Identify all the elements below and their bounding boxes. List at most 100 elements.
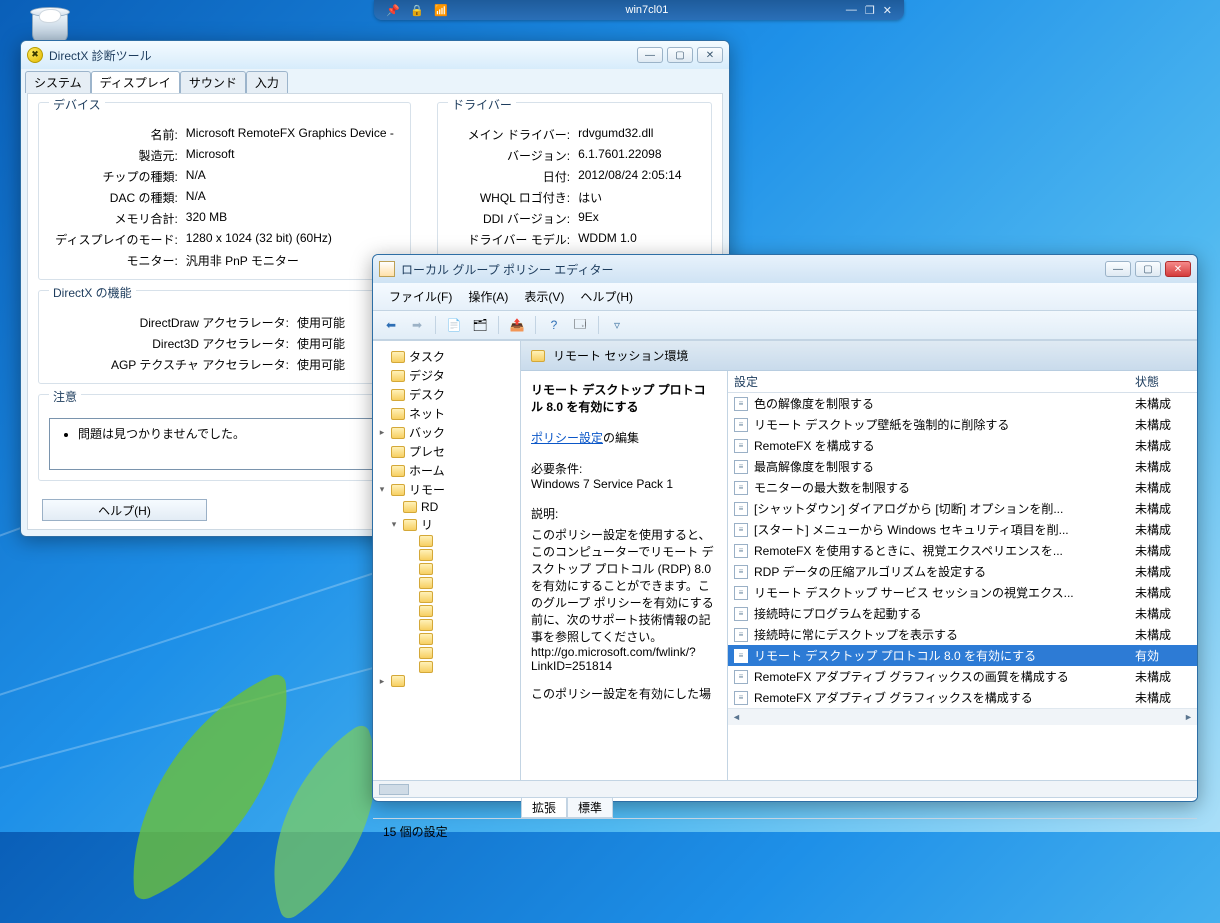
policy-state: 未構成 <box>1135 605 1191 622</box>
properties-button[interactable]: 🗔 <box>570 315 590 335</box>
policy-state: 未構成 <box>1135 521 1191 538</box>
tree-node[interactable] <box>373 576 520 590</box>
minimize-button[interactable]: — <box>637 47 663 63</box>
tree-node[interactable] <box>373 590 520 604</box>
policy-row[interactable]: ≡[シャットダウン] ダイアログから [切断] オプションを削...未構成 <box>728 498 1197 519</box>
back-button[interactable]: ⬅ <box>381 315 401 335</box>
restore-icon[interactable]: ❐ <box>865 4 875 17</box>
expand-icon[interactable]: ▾ <box>377 484 387 495</box>
policy-description-pane: リモート デスクトップ プロトコル 8.0 を有効にする ポリシー設定の編集 必… <box>521 371 728 780</box>
policy-row[interactable]: ≡最高解像度を制限する未構成 <box>728 456 1197 477</box>
tab-入力[interactable]: 入力 <box>246 71 288 93</box>
minimize-button[interactable]: — <box>1105 261 1131 277</box>
tab-システム[interactable]: システム <box>25 71 91 93</box>
driver-group-label: ドライバー <box>448 96 516 113</box>
forward-button[interactable]: ➡ <box>407 315 427 335</box>
tree-node[interactable]: ▾リ <box>373 515 520 534</box>
tree-node[interactable]: ▸ <box>373 674 520 688</box>
policy-row[interactable]: ≡リモート デスクトップ壁紙を強制的に削除する未構成 <box>728 414 1197 435</box>
tab-ディスプレイ[interactable]: ディスプレイ <box>91 71 180 93</box>
tree-node[interactable] <box>373 618 520 632</box>
menu-操作(A)[interactable]: 操作(A) <box>460 286 516 307</box>
policy-icon: ≡ <box>734 628 748 642</box>
tree-node[interactable] <box>373 632 520 646</box>
policy-icon: ≡ <box>734 649 748 663</box>
tree-node[interactable] <box>373 534 520 548</box>
close-icon[interactable]: ✕ <box>883 4 892 17</box>
policy-icon: ≡ <box>734 544 748 558</box>
kv-key: 日付: <box>448 168 570 185</box>
minimize-icon[interactable]: — <box>846 4 857 17</box>
close-button[interactable]: ✕ <box>1165 261 1191 277</box>
tree-node[interactable]: RD <box>373 499 520 515</box>
dxdiag-title: DirectX 診断ツール <box>49 47 152 64</box>
filter-button[interactable]: ▿ <box>607 315 627 335</box>
tree-node[interactable] <box>373 660 520 674</box>
tree-label: ホーム <box>409 462 445 479</box>
view-tab-拡張[interactable]: 拡張 <box>521 798 567 818</box>
tree-node[interactable]: プレセ <box>373 442 520 461</box>
folder-icon <box>419 577 433 589</box>
tree-label: デスク <box>409 386 445 403</box>
tree-hscrollbar[interactable] <box>373 780 1197 797</box>
pin-icon[interactable]: 📌 <box>386 3 400 17</box>
policy-row[interactable]: ≡リモート デスクトップ プロトコル 8.0 を有効にする有効 <box>728 645 1197 666</box>
policy-row[interactable]: ≡モニターの最大数を制限する未構成 <box>728 477 1197 498</box>
policy-name: リモート デスクトップ プロトコル 8.0 を有効にする <box>754 647 1129 664</box>
menu-ファイル(F)[interactable]: ファイル(F) <box>381 286 460 307</box>
policy-row[interactable]: ≡RemoteFX を構成する未構成 <box>728 435 1197 456</box>
tree-label: リ <box>421 516 433 533</box>
policy-row[interactable]: ≡接続時に常にデスクトップを表示する未構成 <box>728 624 1197 645</box>
up-button[interactable]: 📄 <box>444 315 464 335</box>
dxdiag-titlebar[interactable]: ✖ DirectX 診断ツール — ▢ ✕ <box>21 41 729 69</box>
tree-node[interactable]: タスク <box>373 347 520 366</box>
tree-node[interactable]: デスク <box>373 385 520 404</box>
maximize-button[interactable]: ▢ <box>667 47 693 63</box>
kv-key: メイン ドライバー: <box>448 126 570 143</box>
policy-row[interactable]: ≡RemoteFX アダプティブ グラフィックスの画質を構成する未構成 <box>728 666 1197 687</box>
tree-node[interactable]: ▾リモー <box>373 480 520 499</box>
help-icon[interactable]: ? <box>544 315 564 335</box>
expand-icon[interactable]: ▾ <box>389 519 399 530</box>
policy-row[interactable]: ≡RemoteFX を使用するときに、視覚エクスペリエンスを...未構成 <box>728 540 1197 561</box>
tree-node[interactable]: ホーム <box>373 461 520 480</box>
help-button[interactable]: ヘルプ(H) <box>42 499 207 521</box>
show-hide-tree-button[interactable]: 🗂 <box>470 315 490 335</box>
tab-サウンド[interactable]: サウンド <box>180 71 246 93</box>
col-state[interactable]: 状態 <box>1135 373 1191 390</box>
policy-row[interactable]: ≡接続時にプログラムを起動する未構成 <box>728 603 1197 624</box>
tree-node[interactable] <box>373 646 520 660</box>
close-button[interactable]: ✕ <box>697 47 723 63</box>
expand-icon[interactable]: ▸ <box>377 676 387 687</box>
edit-policy-link[interactable]: ポリシー設定 <box>531 431 603 445</box>
tree-node[interactable] <box>373 604 520 618</box>
export-button[interactable]: 📤 <box>507 315 527 335</box>
policy-tree[interactable]: タスクデジタデスクネット▸バックプレセホーム▾リモーRD▾リ▸ <box>373 341 521 780</box>
policy-name: 色の解像度を制限する <box>754 395 1129 412</box>
policy-hscrollbar[interactable]: ◄► <box>728 708 1197 725</box>
expand-icon[interactable]: ▸ <box>377 427 387 438</box>
menu-ヘルプ(H)[interactable]: ヘルプ(H) <box>572 286 641 307</box>
device-group-label: デバイス <box>49 96 105 113</box>
policy-row[interactable]: ≡RDP データの圧縮アルゴリズムを設定する未構成 <box>728 561 1197 582</box>
tree-node[interactable] <box>373 562 520 576</box>
tree-node[interactable]: ネット <box>373 404 520 423</box>
tree-node[interactable] <box>373 548 520 562</box>
col-setting[interactable]: 設定 <box>734 373 1135 390</box>
policy-row[interactable]: ≡リモート デスクトップ サービス セッションの視覚エクス...未構成 <box>728 582 1197 603</box>
kv-value: N/A <box>186 168 400 185</box>
policy-state: 未構成 <box>1135 395 1191 412</box>
tree-node[interactable]: デジタ <box>373 366 520 385</box>
kv-value: rdvgumd32.dll <box>578 126 701 143</box>
policy-row[interactable]: ≡RemoteFX アダプティブ グラフィックスを構成する未構成 <box>728 687 1197 708</box>
menu-表示(V)[interactable]: 表示(V) <box>516 286 572 307</box>
kv-key: バージョン: <box>448 147 570 164</box>
kv-value: 使用可能 <box>297 314 345 331</box>
policy-row[interactable]: ≡[スタート] メニューから Windows セキュリティ項目を削...未構成 <box>728 519 1197 540</box>
maximize-button[interactable]: ▢ <box>1135 261 1161 277</box>
tree-node[interactable]: ▸バック <box>373 423 520 442</box>
view-tab-標準[interactable]: 標準 <box>567 798 613 818</box>
policy-row[interactable]: ≡色の解像度を制限する未構成 <box>728 393 1197 414</box>
gpedit-titlebar[interactable]: ローカル グループ ポリシー エディター — ▢ ✕ <box>373 255 1197 283</box>
policy-name: モニターの最大数を制限する <box>754 479 1129 496</box>
